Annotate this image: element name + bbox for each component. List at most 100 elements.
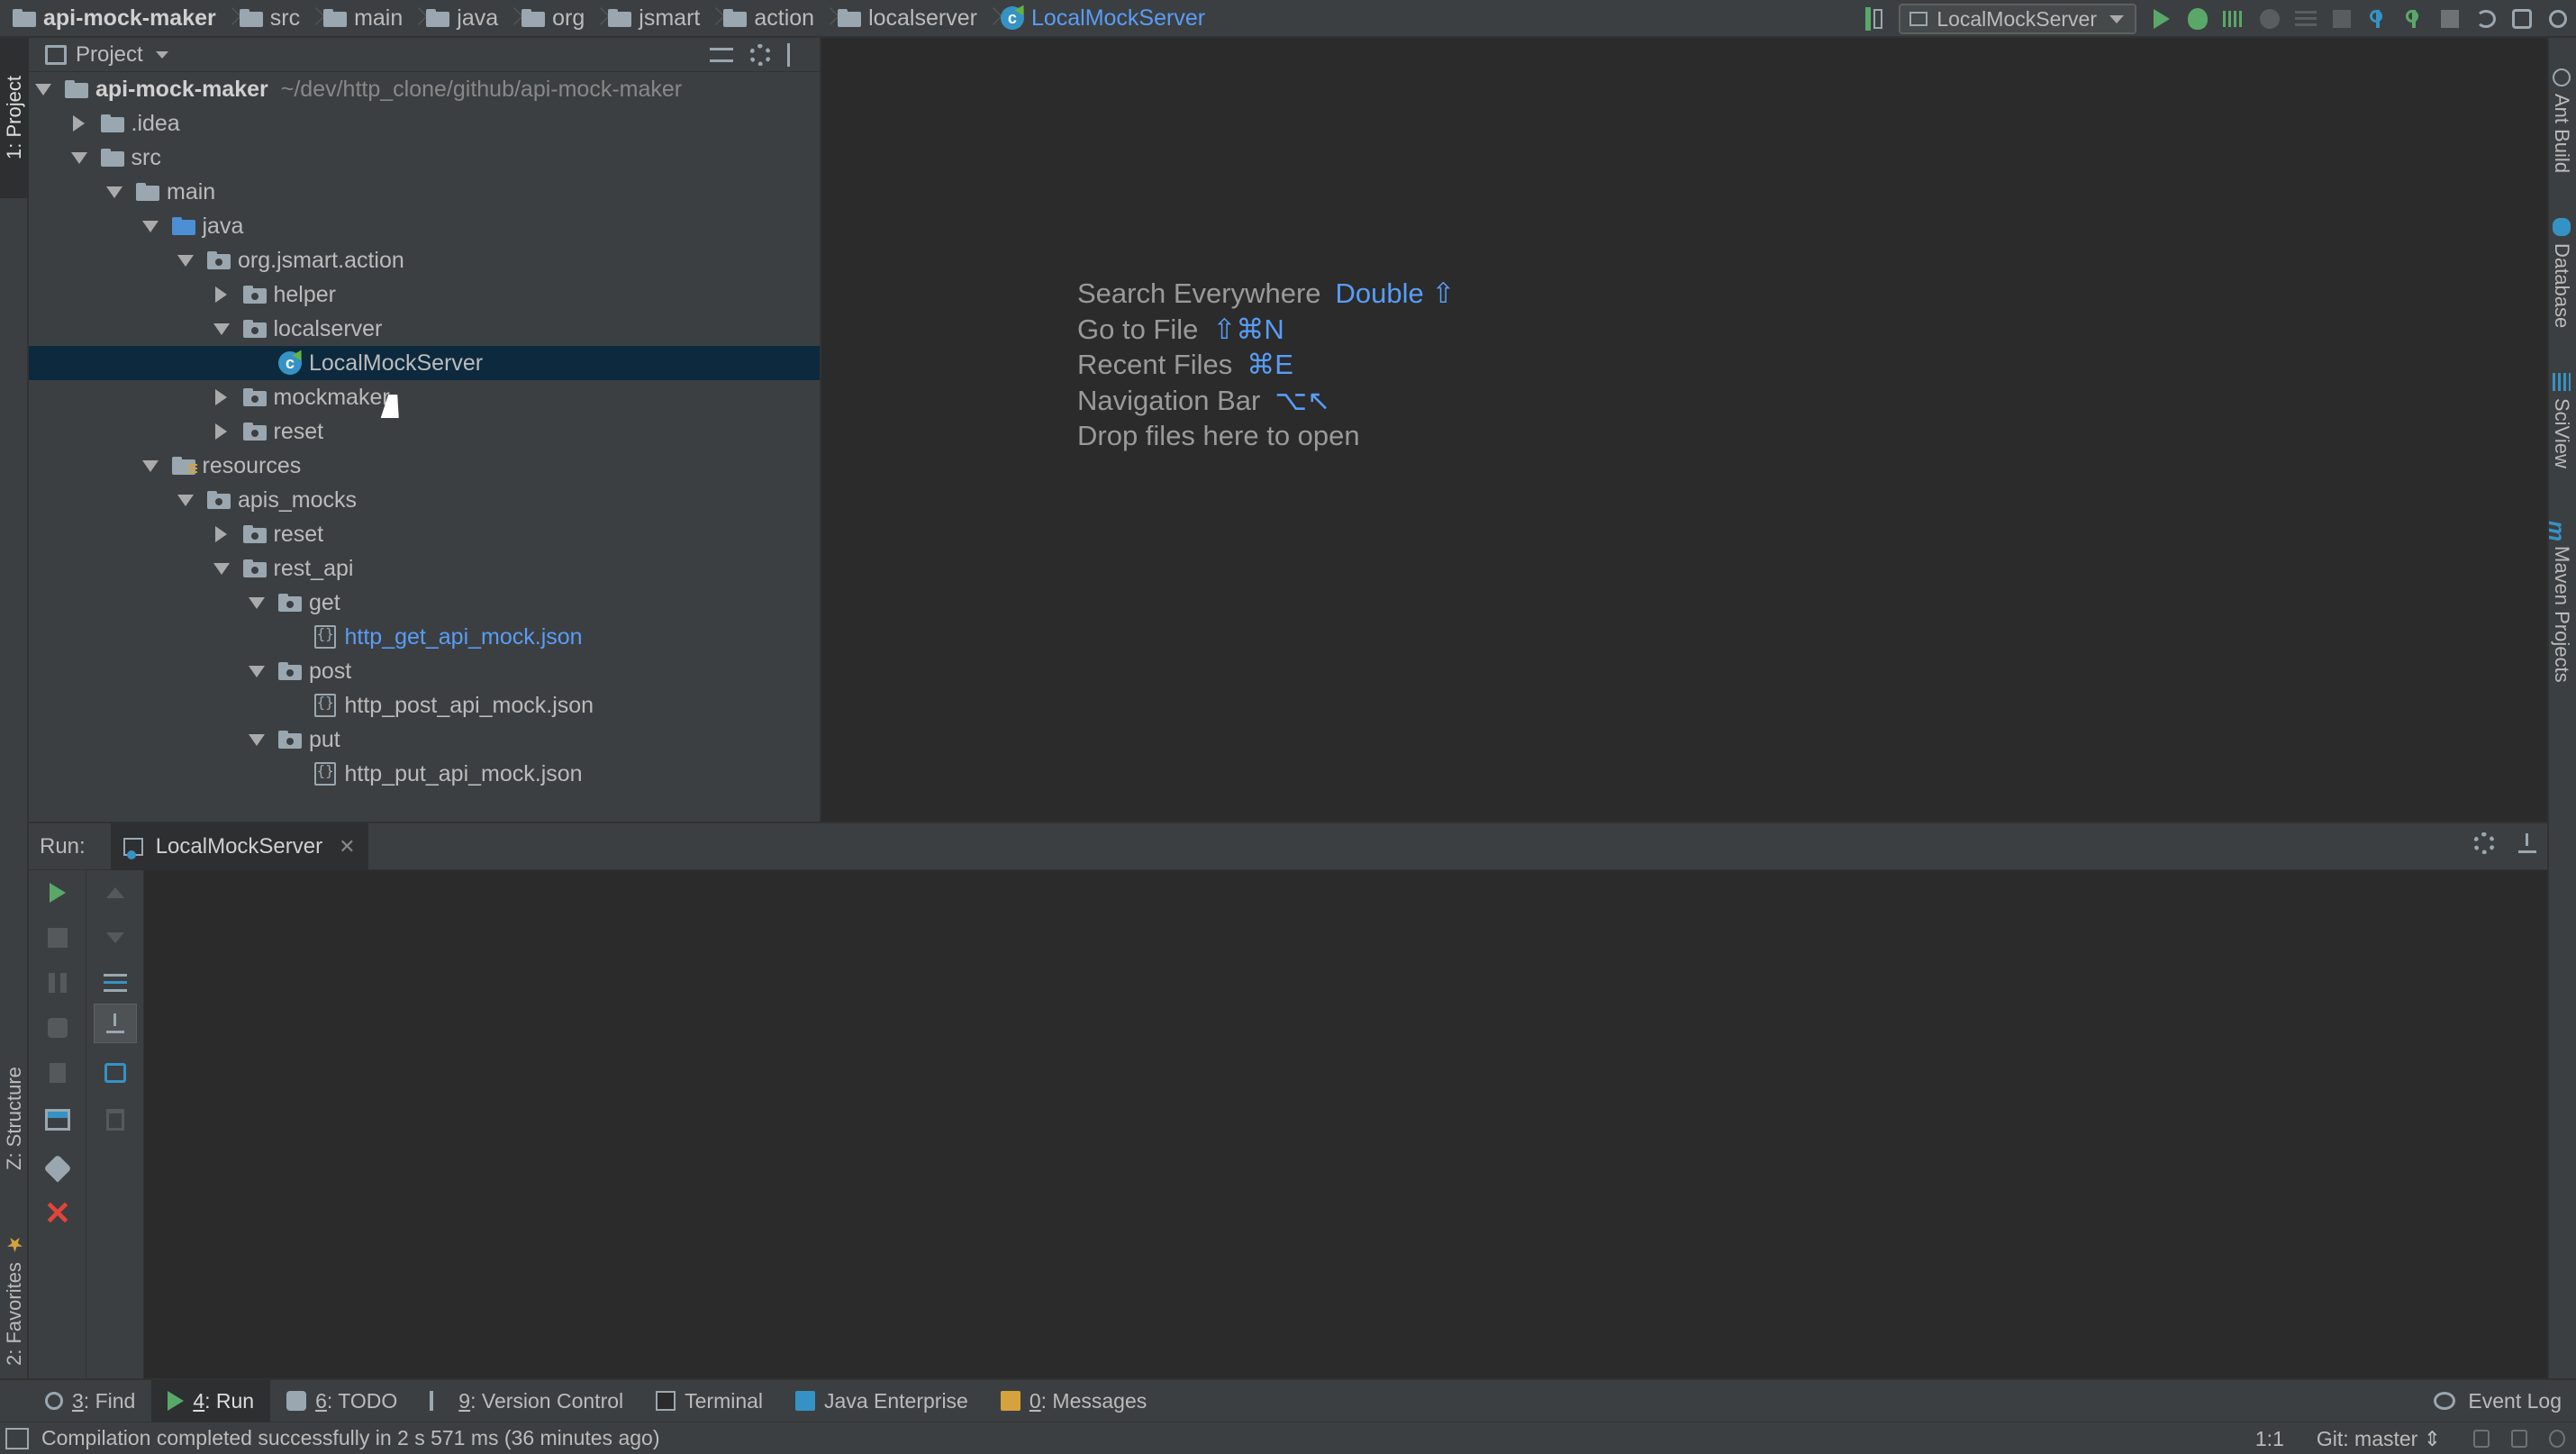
pin-button[interactable]	[43, 1154, 72, 1183]
tool-window-todo[interactable]: 6: TODO	[270, 1380, 413, 1422]
console-output[interactable]	[144, 870, 2547, 1378]
tree-item[interactable]: http_get_api_mock.json	[29, 620, 820, 654]
breadcrumb-item[interactable]: main	[318, 0, 408, 36]
tool-window-msg[interactable]: 0: Messages	[984, 1380, 1163, 1422]
tree-item[interactable]: get	[29, 586, 820, 620]
collapse-all-icon[interactable]	[710, 48, 733, 62]
chevron-down-icon[interactable]	[70, 149, 88, 167]
tree-item[interactable]: helper	[29, 277, 820, 312]
tree-item[interactable]: org.jsmart.action	[29, 243, 820, 277]
chevron-down-icon[interactable]	[105, 183, 123, 201]
chevron-down-icon[interactable]	[141, 457, 159, 475]
git-branch-widget[interactable]: Git: master ⇕	[2317, 1427, 2441, 1451]
caret-position[interactable]: 1:1	[2255, 1427, 2284, 1451]
chevron-down-icon[interactable]	[155, 50, 168, 59]
memory-icon[interactable]	[2549, 1430, 2565, 1448]
build-output-button[interactable]	[2288, 1, 2324, 37]
tab-structure[interactable]: Z: Structure	[0, 1029, 29, 1209]
chevron-right-icon[interactable]	[70, 114, 88, 132]
profile-button[interactable]	[2252, 1, 2288, 37]
breadcrumb-item[interactable]: action	[718, 0, 820, 36]
lock-icon[interactable]	[2473, 1430, 2490, 1448]
tab-favorites[interactable]: 2: Favorites ★	[0, 1218, 29, 1380]
tree-item[interactable]: c LocalMockServer	[29, 346, 820, 380]
chevron-down-icon[interactable]	[213, 320, 231, 338]
tool-window-vcs[interactable]: 9: Version Control	[413, 1380, 639, 1422]
breadcrumb-item[interactable]: java	[421, 0, 503, 36]
tree-item[interactable]: resources	[29, 449, 820, 483]
hide-icon[interactable]	[2518, 833, 2536, 853]
debug-button[interactable]	[2180, 1, 2216, 37]
run-configuration-dropdown[interactable]: LocalMockServer	[1899, 4, 2136, 34]
tab-localmockserver[interactable]: LocalMockServer ✕	[110, 822, 368, 871]
tree-item[interactable]: main	[29, 175, 820, 209]
tree-item[interactable]: post	[29, 654, 820, 688]
tab-project[interactable]: 1: Project	[0, 38, 29, 198]
vcs-commit-button[interactable]	[2396, 1, 2432, 37]
breadcrumb-item[interactable]: src	[234, 0, 305, 36]
coverage-button[interactable]	[2216, 1, 2252, 37]
tree-item[interactable]: reset	[29, 517, 820, 551]
stop-button[interactable]	[44, 924, 71, 951]
tool-window-term[interactable]: Terminal	[639, 1380, 779, 1422]
revert-button[interactable]	[2468, 1, 2504, 37]
hide-panel-icon[interactable]	[787, 43, 811, 67]
build-icon[interactable]	[1855, 1, 1891, 37]
project-structure-button[interactable]	[2504, 1, 2540, 37]
tree-item[interactable]: api-mock-maker ~/dev/http_clone/github/ap…	[29, 72, 820, 106]
close-icon[interactable]: ✕	[339, 835, 355, 859]
tool-window-je[interactable]: Java Enterprise	[779, 1380, 984, 1422]
run-button[interactable]	[2144, 1, 2180, 37]
breadcrumb-item[interactable]: c LocalMockServer	[995, 0, 1211, 36]
vcs-update-button[interactable]	[2360, 1, 2396, 37]
scroll-to-end-button[interactable]	[94, 1004, 137, 1043]
breadcrumb-item[interactable]: jsmart	[603, 0, 705, 36]
vcs-history-button[interactable]	[2432, 1, 2468, 37]
chevron-down-icon[interactable]	[248, 662, 266, 680]
tree-item[interactable]: http_post_api_mock.json	[29, 688, 820, 722]
close-run-button[interactable]: ✕	[44, 1197, 71, 1230]
tree-item[interactable]: java	[29, 209, 820, 243]
tree-item[interactable]: mockmaker	[29, 380, 820, 414]
chevron-down-icon[interactable]	[34, 80, 52, 98]
dump-threads-button[interactable]	[44, 1014, 71, 1041]
tree-item[interactable]: apis_mocks	[29, 483, 820, 517]
tree-item[interactable]: http_put_api_mock.json	[29, 757, 820, 791]
breadcrumb-item[interactable]: localserver	[832, 0, 983, 36]
breadcrumb-item[interactable]: api-mock-maker	[7, 0, 222, 36]
tab-database[interactable]: Database	[2547, 214, 2576, 377]
chevron-down-icon[interactable]	[248, 594, 266, 612]
stop-button[interactable]	[2324, 1, 2360, 37]
chevron-down-icon[interactable]	[141, 217, 159, 235]
soft-wrap-button[interactable]	[102, 969, 129, 996]
chevron-down-icon[interactable]	[248, 731, 266, 749]
status-message[interactable]: Compilation completed successfully in 2 …	[41, 1426, 660, 1450]
editor-empty-area[interactable]: Search Everywhere Double ⇧ Go to File ⇧⌘N Re…	[820, 38, 2547, 822]
chevron-right-icon[interactable]	[213, 388, 231, 406]
tab-ant-build[interactable]: Ant Build	[2547, 65, 2576, 218]
gear-icon[interactable]	[749, 44, 771, 66]
scroll-down-button[interactable]	[102, 924, 129, 951]
chevron-down-icon[interactable]	[213, 559, 231, 577]
chevron-down-icon[interactable]	[177, 491, 195, 509]
tree-item[interactable]: reset	[29, 414, 820, 449]
clear-all-button[interactable]	[102, 1106, 129, 1133]
tree-item[interactable]: .idea	[29, 106, 820, 141]
exit-button[interactable]	[44, 1059, 71, 1086]
chevron-right-icon[interactable]	[213, 286, 231, 304]
chevron-right-icon[interactable]	[213, 525, 231, 543]
layout-button[interactable]	[44, 1106, 71, 1133]
tree-item[interactable]: localserver	[29, 312, 820, 346]
pause-button[interactable]	[44, 969, 71, 996]
inspector-icon[interactable]	[2511, 1430, 2527, 1448]
project-view-selector[interactable]: Project	[76, 42, 143, 68]
search-everywhere-button[interactable]	[2540, 1, 2576, 37]
tree-item[interactable]: put	[29, 722, 820, 757]
event-log-button[interactable]: Event Log	[2434, 1380, 2562, 1422]
scroll-up-button[interactable]	[102, 879, 129, 906]
tool-window-find[interactable]: 3: Find	[29, 1380, 151, 1422]
toggle-tool-windows-icon[interactable]	[5, 1427, 29, 1449]
tree-item[interactable]: src	[29, 141, 820, 175]
tool-window-run[interactable]: 4: Run	[151, 1380, 271, 1422]
chevron-down-icon[interactable]	[177, 251, 195, 269]
